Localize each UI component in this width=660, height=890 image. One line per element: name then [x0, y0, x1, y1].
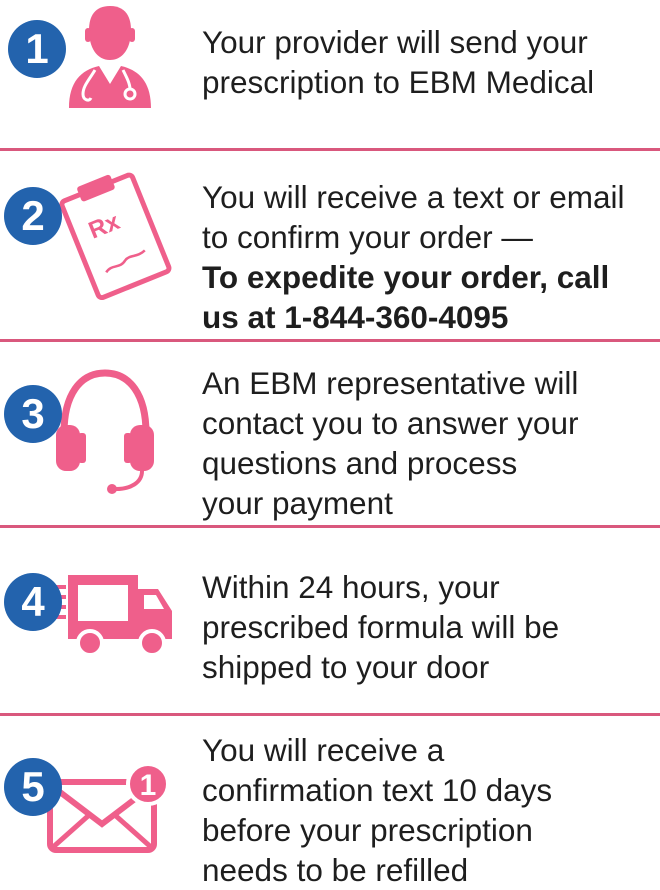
headset-icon: [56, 369, 154, 494]
expedite-call-text: us at 1-844-360-4095: [202, 299, 509, 335]
prescription-clipboard-icon: Rx: [59, 172, 172, 300]
divider: [0, 339, 660, 342]
step-text-line: Your provider will send your: [202, 24, 588, 60]
step-text-line: contact you to answer your: [202, 405, 579, 441]
step-number-badge: 4: [4, 573, 62, 631]
divider: [0, 713, 660, 716]
divider: [0, 148, 660, 151]
divider: [0, 525, 660, 528]
step-text-line: your payment: [202, 485, 393, 521]
step-number-badge: 2: [4, 187, 62, 245]
expedite-call-text: To expedite your order, call: [202, 259, 610, 295]
step-text-line: You will receive a text or email: [202, 179, 625, 215]
step-text-line: shipped to your door: [202, 649, 490, 685]
envelope-notification-icon: 1: [47, 762, 170, 853]
step-number-badge: 1: [8, 20, 66, 78]
notification-count: 1: [140, 769, 157, 802]
step-number-badge: 5: [4, 758, 62, 816]
step-text-line: questions and process: [202, 445, 518, 481]
step-text-line: before your prescription: [202, 812, 533, 848]
step-text-line: prescribed formula will be: [202, 609, 560, 645]
step-text-line: prescription to EBM Medical: [202, 64, 595, 100]
doctor-icon: [69, 6, 151, 108]
step-number-badge: 3: [4, 385, 62, 443]
step-text-line: An EBM representative will: [202, 365, 579, 401]
step-text-line: confirmation text 10 days: [202, 772, 553, 808]
step-text-line: to confirm your order —: [202, 219, 533, 255]
step-text-line: You will receive a: [202, 732, 445, 768]
step-text-line: needs to be refilled: [202, 852, 469, 888]
step-text-line: Within 24 hours, your: [202, 569, 500, 605]
